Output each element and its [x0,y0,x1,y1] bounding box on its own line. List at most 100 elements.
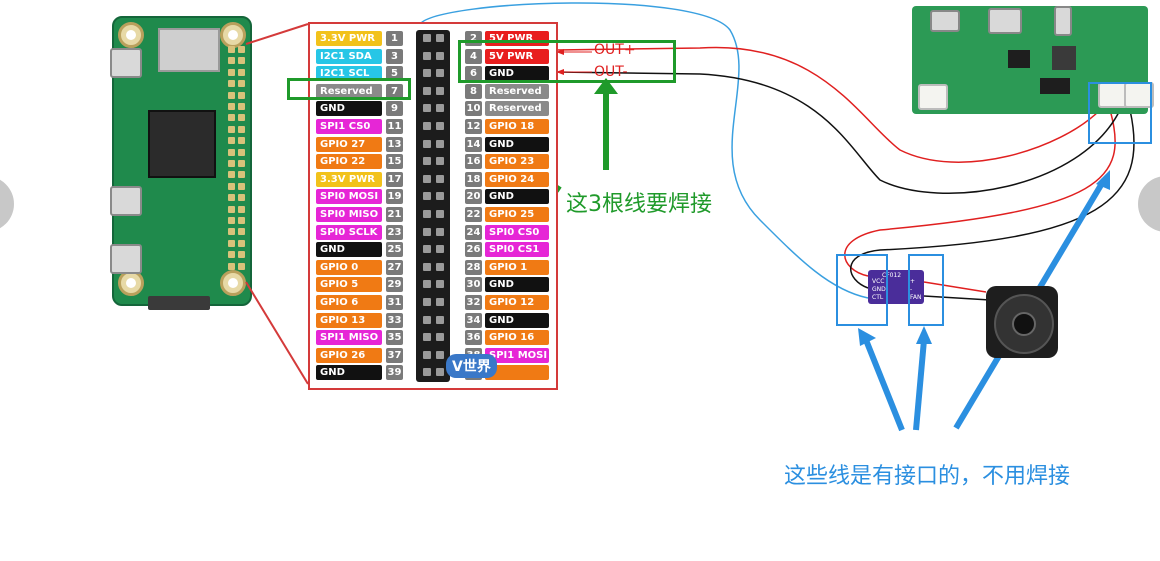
pin-number-right: 22 [465,207,482,222]
header-pin [436,280,444,289]
pin-number-left: 29 [386,277,403,293]
pin-label-left: SPI0 MOSI [316,189,382,205]
pin-number-right: 24 [465,224,482,240]
header-pin [436,34,444,42]
pin-label-right: GND [485,136,549,152]
switch [1054,6,1072,36]
header-pin [423,122,431,130]
pin-label-left: GND [316,242,382,258]
pin-label-left: SPI1 CS0 [316,119,382,134]
pin-label-right: Reserved [485,83,549,99]
pin-label-right: GPIO 12 [485,295,549,310]
header-pin [436,227,444,236]
module-chip [1008,50,1030,68]
pin-number-left: 39 [386,365,403,381]
pin-label-left: I2C1 SDA [316,48,382,64]
pin-label-left: GPIO 0 [316,259,382,275]
header-pin [436,174,444,183]
module-chip [1040,78,1070,94]
pin-label-left: GPIO 27 [316,136,382,152]
pin-number-left: 13 [386,136,403,152]
header-pin [436,86,444,95]
pin-number-left: 27 [386,259,403,275]
zoom-line [245,23,309,45]
header-pin [423,368,431,377]
header-pin [423,333,431,342]
header-pin [423,86,431,95]
header-pin [436,139,444,148]
pin-label-left: 3.3V PWR [316,31,382,46]
header-pin [436,245,444,254]
pin-number-right: 26 [465,242,482,258]
pin-number-left: 11 [386,119,403,134]
header-pin [423,139,431,148]
header-pin-strip [416,30,450,382]
pin-number-right: 36 [465,330,482,346]
header-pin [436,350,444,359]
controller-output-highlight [908,254,944,326]
header-pin [436,368,444,377]
power-pins-highlight [458,40,676,83]
pin-number-left: 25 [386,242,403,258]
header-pin [423,34,431,42]
pin-label-left: GPIO 22 [316,154,382,170]
watermark-logo: V世界 [446,354,497,378]
pin-label-left: GND [316,101,382,117]
header-pin [423,315,431,324]
header-pin [436,51,444,60]
pin-label-left: GND [316,365,382,381]
header-pin [423,350,431,359]
pin-label-right: GPIO 23 [485,154,549,170]
header-pin [423,51,431,60]
header-pin [436,157,444,166]
module-connector [918,84,948,110]
header-pin [436,104,444,113]
cooling-fan [986,286,1058,358]
header-pin [436,192,444,201]
fan-hub [1012,312,1036,336]
pin-label-left: GPIO 26 [316,347,382,363]
header-pin [436,298,444,306]
solder-note: 这3根线要焊接 [566,192,712,217]
pin-label-right: GPIO 24 [485,171,549,187]
pin-number-left: 33 [386,312,403,328]
pin-label-right: GPIO 1 [485,259,549,275]
header-pin [423,280,431,289]
header-pin [436,333,444,342]
pin-number-right: 16 [465,154,482,170]
pin-number-right: 30 [465,277,482,293]
pin-number-right: 32 [465,295,482,310]
header-pin [436,122,444,130]
pin-number-left: 19 [386,189,403,205]
pin-label-right: GPIO 16 [485,330,549,346]
header-pin [423,298,431,306]
pin-label-right: GPIO 18 [485,119,549,134]
pin-number-right: 28 [465,259,482,275]
zoom-line [245,281,309,385]
header-pin [423,210,431,218]
header-pin [423,157,431,166]
header-pin [423,69,431,78]
pin-label-left: GPIO 6 [316,295,382,310]
pin-number-left: 31 [386,295,403,310]
header-pin [423,192,431,201]
usb-c-port [988,8,1022,34]
pin-number-right: 8 [465,83,482,99]
pin-number-left: 37 [386,347,403,363]
pin-number-right: 34 [465,312,482,328]
blue-arrow [913,339,927,431]
pin-number-left: 17 [386,171,403,187]
no-solder-note: 这些线是有接口的，不用焊接 [784,464,1071,489]
pin-label-right: GND [485,277,549,293]
header-pin [423,262,431,271]
pin-label-left: 3.3V PWR [316,171,382,187]
pin-label-left: SPI1 MISO [316,330,382,346]
header-pin [436,69,444,78]
red-wire [844,109,1116,277]
header-pin [423,245,431,254]
blue-arrow-head [916,326,932,344]
pin-number-left: 3 [386,48,403,64]
pin-number-right: 12 [465,119,482,134]
pin-label-left: SPI0 SCLK [316,224,382,240]
usb-port [930,10,960,32]
